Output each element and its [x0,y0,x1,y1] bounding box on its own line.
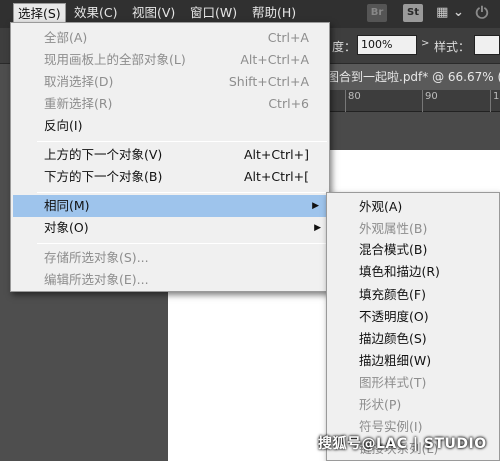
menu-item-label: 存储所选对象(S)... [44,250,149,265]
menu-item-label: 对象(O) [44,220,89,235]
style-label: 样式： [434,40,471,54]
menu-window[interactable]: 窗口(W) [186,3,241,23]
menu-separator [37,243,327,244]
stock-icon[interactable]: St [403,4,423,22]
menu-item-shortcut: Alt+Ctrl+[ [244,169,309,184]
menu-item-label: 全部(A) [44,30,88,45]
watermark: 搜狐号@LAC | STUDIO [318,436,487,452]
menu-view[interactable]: 视图(V) [128,3,179,23]
menu-item-label: 下方的下一个对象(B) [44,169,163,184]
workspace-switcher-icon[interactable]: ▦ ⌄ [434,4,466,22]
bridge-icon[interactable]: Br [367,4,387,22]
menu-item-label: 取消选择(D) [44,74,114,89]
menu-item-shortcut: Alt+Ctrl+A [240,52,309,67]
menu-item-shortcut: Ctrl+A [267,30,309,45]
menu-item-shortcut: Shift+Ctrl+A [228,74,309,89]
menu-item-same[interactable]: 相同(M) ▶ [13,195,327,217]
menu-separator [37,141,327,142]
ruler-tick [345,90,346,112]
submenu-item-stroke-weight[interactable]: 描边粗细(W) [359,350,431,371]
ruler-number: 1 [493,91,500,102]
document-tab[interactable]: 图合到一起啦.pdf* @ 66.67% ( [325,64,500,90]
ruler-number: 80 [348,91,361,102]
opacity-input[interactable]: 100% [357,35,417,55]
menu-item-select-all-on-artboard[interactable]: 现用画板上的全部对象(L) Alt+Ctrl+A [11,49,329,71]
ruler-number: 90 [425,91,438,102]
submenu-item-appearance[interactable]: 外观(A) [359,196,402,217]
menu-item-reselect[interactable]: 重新选择(R) Ctrl+6 [11,93,329,115]
menu-item-label: 重新选择(R) [44,96,113,111]
menu-item-select-all[interactable]: 全部(A) Ctrl+A [11,27,329,49]
menu-item-label: 反向(I) [44,118,83,133]
horizontal-ruler: 80 90 1 [325,90,500,112]
select-menu: 全部(A) Ctrl+A 现用画板上的全部对象(L) Alt+Ctrl+A 取消… [10,22,330,292]
sync-icon[interactable]: ⏻ [472,4,492,22]
menu-effect[interactable]: 效果(C) [70,3,121,23]
menu-item-label: 上方的下一个对象(V) [44,147,163,162]
menu-help[interactable]: 帮助(H) [248,3,300,23]
submenu-item-appearance-attribute[interactable]: 外观属性(B) [359,218,427,239]
menu-item-shortcut: Ctrl+6 [268,96,309,111]
menu-item-shortcut: Alt+Ctrl+] [244,147,309,162]
submenu-item-fill-color[interactable]: 填充颜色(F) [359,284,426,305]
submenu-item-graphic-style[interactable]: 图形样式(T) [359,372,426,393]
menu-item-label: 编辑所选对象(E)... [44,272,149,287]
menu-select[interactable]: 选择(S) [13,3,66,23]
opacity-label: 度： [332,40,357,54]
submenu-arrow-icon: ▶ [314,223,321,233]
menu-item-next-object-above[interactable]: 上方的下一个对象(V) Alt+Ctrl+] [11,144,329,166]
menu-item-edit-selection[interactable]: 编辑所选对象(E)... [11,269,329,291]
submenu-item-shape[interactable]: 形状(P) [359,394,401,415]
submenu-arrow-icon: ▶ [312,201,319,211]
ruler-tick [422,90,423,112]
ruler-tick [490,90,491,112]
menu-item-next-object-below[interactable]: 下方的下一个对象(B) Alt+Ctrl+[ [11,166,329,188]
menu-item-label: 现用画板上的全部对象(L) [44,52,186,67]
submenu-item-stroke-color[interactable]: 描边颜色(S) [359,328,427,349]
submenu-item-opacity[interactable]: 不透明度(O) [359,306,429,327]
graphic-style-swatch[interactable] [474,35,500,55]
menu-item-object[interactable]: 对象(O) ▶ [11,217,329,239]
menu-item-label: 相同(M) [44,198,90,213]
menu-separator [37,192,327,193]
menu-item-save-selection[interactable]: 存储所选对象(S)... [11,247,329,269]
same-submenu: 外观(A) 外观属性(B) 混合模式(B) 填色和描边(R) 填充颜色(F) 不… [326,192,500,461]
menu-item-inverse[interactable]: 反向(I) [11,115,329,137]
submenu-item-fill-and-stroke[interactable]: 填色和描边(R) [359,261,440,282]
submenu-item-blending-mode[interactable]: 混合模式(B) [359,239,427,260]
menu-item-deselect[interactable]: 取消选择(D) Shift+Ctrl+A [11,71,329,93]
chevron-right-icon[interactable]: > [421,38,429,49]
